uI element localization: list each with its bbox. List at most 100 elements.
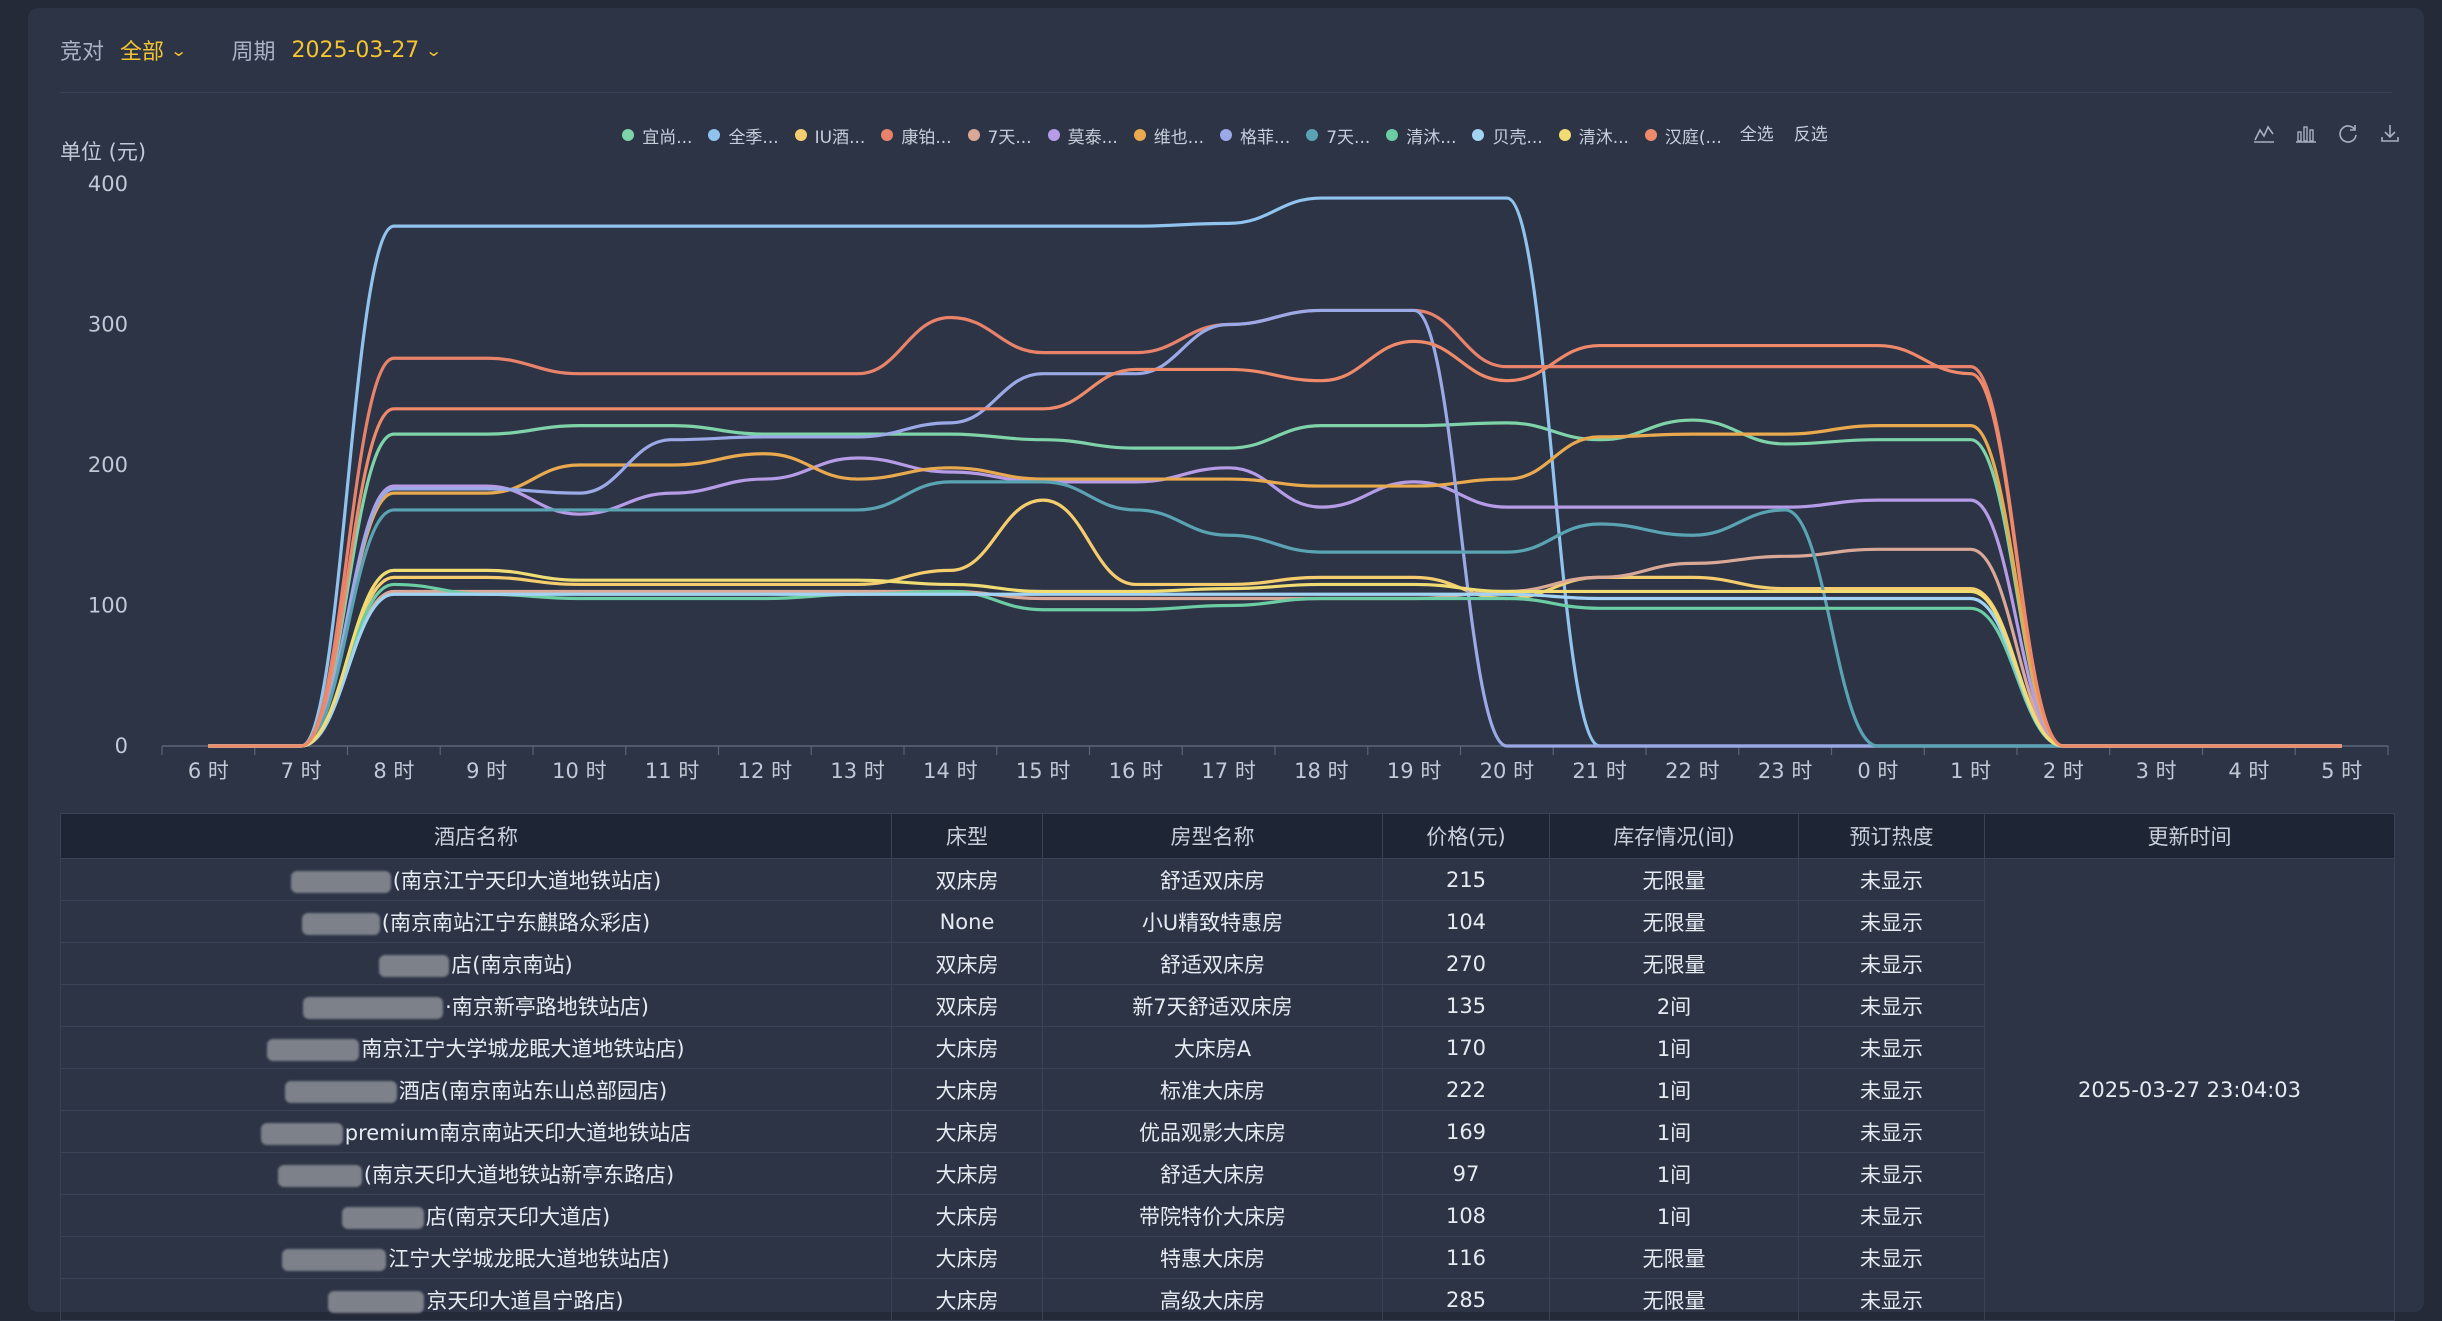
period-select[interactable]: 2025-03-27: [291, 38, 419, 63]
filter-bar: 竞对 全部 ⌄ 周期 2025-03-27 ⌄: [60, 30, 487, 70]
hotel-name-text: 店(南京天印大道店): [425, 1204, 611, 1229]
hotel-name-cell: 南京江宁大学城龙眠大道地铁站店): [60, 1026, 892, 1069]
redacted-mask: [290, 870, 391, 893]
hotel-name-cell: (南京天印大道地铁站新亭东路店): [60, 1152, 892, 1195]
redacted-mask: [282, 1248, 387, 1271]
x-tick-label: 15 时: [1016, 759, 1070, 783]
redacted-mask: [301, 912, 380, 935]
hotel-name-text: premium南京南站天印大道地铁站店: [344, 1120, 692, 1145]
x-tick-label: 1 时: [1950, 759, 1991, 783]
bed-type-cell: 双床房: [891, 984, 1043, 1027]
x-tick-label: 14 时: [923, 759, 977, 783]
x-tick-label: 22 时: [1665, 759, 1719, 783]
heat-cell: 未显示: [1798, 1152, 1985, 1195]
heat-cell: 未显示: [1798, 1278, 1985, 1321]
price-cell: 104: [1382, 900, 1550, 943]
stock-cell: 1间: [1549, 1110, 1799, 1153]
room-name-cell: 舒适双床房: [1042, 942, 1383, 985]
bed-type-cell: 大床房: [891, 1152, 1043, 1195]
hotel-name-text: 店(南京南站): [451, 952, 573, 977]
price-cell: 270: [1382, 942, 1550, 985]
hotel-name-text: 京天印大道昌宁路店): [426, 1288, 624, 1313]
x-tick-label: 19 时: [1387, 759, 1441, 783]
hotel-name-text: (南京南站江宁东麒路众彩店): [381, 910, 651, 935]
hotel-price-table: 酒店名称 床型 房型名称 价格(元) 库存情况(间) 预订热度 更新时间 (南京…: [60, 813, 2395, 1321]
period-label: 周期: [231, 40, 276, 65]
room-name-cell: 大床房A: [1042, 1026, 1383, 1069]
hotel-name-text: 江宁大学城龙眠大道地铁站店): [388, 1246, 670, 1271]
price-cell: 116: [1382, 1236, 1550, 1279]
x-tick-label: 0 时: [1857, 759, 1898, 783]
redacted-mask: [284, 1080, 397, 1103]
room-name-cell: 优品观影大床房: [1042, 1110, 1383, 1153]
main-panel: 竞对 全部 ⌄ 周期 2025-03-27 ⌄ 单位 (元) 宜尚... 全季..…: [28, 8, 2424, 1321]
redacted-mask: [260, 1122, 343, 1145]
stock-cell: 1间: [1549, 1068, 1799, 1111]
table-row: (南京江宁天印大道地铁站店) 双床房 舒适双床房 215 无限量 未显示 2025-03-2…: [60, 858, 2395, 1321]
x-tick-label: 12 时: [738, 759, 792, 783]
price-cell: 285: [1382, 1278, 1550, 1321]
redacted-mask: [379, 954, 450, 977]
col-stock: 库存情况(间): [1549, 813, 1799, 859]
col-heat: 预订热度: [1798, 813, 1985, 859]
heat-cell: 未显示: [1798, 1068, 1985, 1111]
chevron-down-icon[interactable]: ⌄: [170, 41, 187, 60]
bed-type-cell: 大床房: [891, 1194, 1043, 1237]
redacted-mask: [341, 1206, 424, 1229]
update-time-cell: 2025-03-27 23:04:03: [1984, 858, 2395, 1321]
bed-type-cell: 大床房: [891, 1026, 1043, 1069]
heat-cell: 未显示: [1798, 900, 1985, 943]
redacted-mask: [328, 1290, 425, 1313]
bed-type-cell: 大床房: [891, 1236, 1043, 1279]
x-tick-label: 20 时: [1480, 759, 1534, 783]
price-cell: 215: [1382, 858, 1550, 901]
hotel-name-text: ·南京新亭路地铁站店): [445, 994, 649, 1019]
bed-type-cell: 双床房: [891, 942, 1043, 985]
col-update-time: 更新时间: [1984, 813, 2395, 859]
stock-cell: 1间: [1549, 1026, 1799, 1069]
price-cell: 97: [1382, 1152, 1550, 1195]
stock-cell: 2间: [1549, 984, 1799, 1027]
hotel-name-cell: 京天印大道昌宁路店): [60, 1278, 892, 1321]
x-tick-label: 9 时: [466, 759, 507, 783]
x-tick-label: 5 时: [2321, 759, 2362, 783]
hotel-name-cell: 店(南京南站): [60, 942, 892, 985]
stock-cell: 1间: [1549, 1194, 1799, 1237]
bed-type-cell: 大床房: [891, 1110, 1043, 1153]
room-name-cell: 舒适双床房: [1042, 858, 1383, 901]
hotel-name-cell: (南京南站江宁东麒路众彩店): [60, 900, 892, 943]
stock-cell: 1间: [1549, 1152, 1799, 1195]
price-cell: 135: [1382, 984, 1550, 1027]
room-name-cell: 带院特价大床房: [1042, 1194, 1383, 1237]
rival-select[interactable]: 全部: [120, 34, 164, 66]
hotel-name-text: (南京江宁天印大道地铁站店): [392, 868, 662, 893]
stock-cell: 无限量: [1549, 1236, 1799, 1279]
heat-cell: 未显示: [1798, 984, 1985, 1027]
x-tick-label: 3 时: [2136, 759, 2177, 783]
stock-cell: 无限量: [1549, 1278, 1799, 1321]
room-name-cell: 舒适大床房: [1042, 1152, 1383, 1195]
room-name-cell: 标准大床房: [1042, 1068, 1383, 1111]
x-tick-label: 16 时: [1109, 759, 1163, 783]
bed-type-cell: 双床房: [891, 858, 1043, 901]
y-tick-label: 200: [88, 453, 128, 477]
hotel-name-cell: 江宁大学城龙眠大道地铁站店): [60, 1236, 892, 1279]
redacted-mask: [303, 996, 444, 1019]
col-bed-type: 床型: [891, 813, 1043, 859]
y-tick-label: 0: [115, 734, 128, 758]
hotel-name-text: 南京江宁大学城龙眠大道地铁站店): [361, 1036, 685, 1061]
chevron-down-icon[interactable]: ⌄: [425, 41, 442, 60]
x-tick-label: 10 时: [552, 759, 606, 783]
bed-type-cell: 大床房: [891, 1278, 1043, 1321]
price-cell: 222: [1382, 1068, 1550, 1111]
hotel-name-text: (南京天印大道地铁站新亭东路店): [363, 1162, 675, 1187]
hotel-name-text: 酒店(南京南站东山总部园店): [398, 1078, 668, 1103]
price-cell: 169: [1382, 1110, 1550, 1153]
x-tick-label: 7 时: [281, 759, 322, 783]
stock-cell: 无限量: [1549, 858, 1799, 901]
room-name-cell: 新7天舒适双床房: [1042, 984, 1383, 1027]
redacted-mask: [267, 1038, 360, 1061]
heat-cell: 未显示: [1798, 942, 1985, 985]
room-name-cell: 高级大床房: [1042, 1278, 1383, 1321]
divider: [60, 92, 2392, 93]
